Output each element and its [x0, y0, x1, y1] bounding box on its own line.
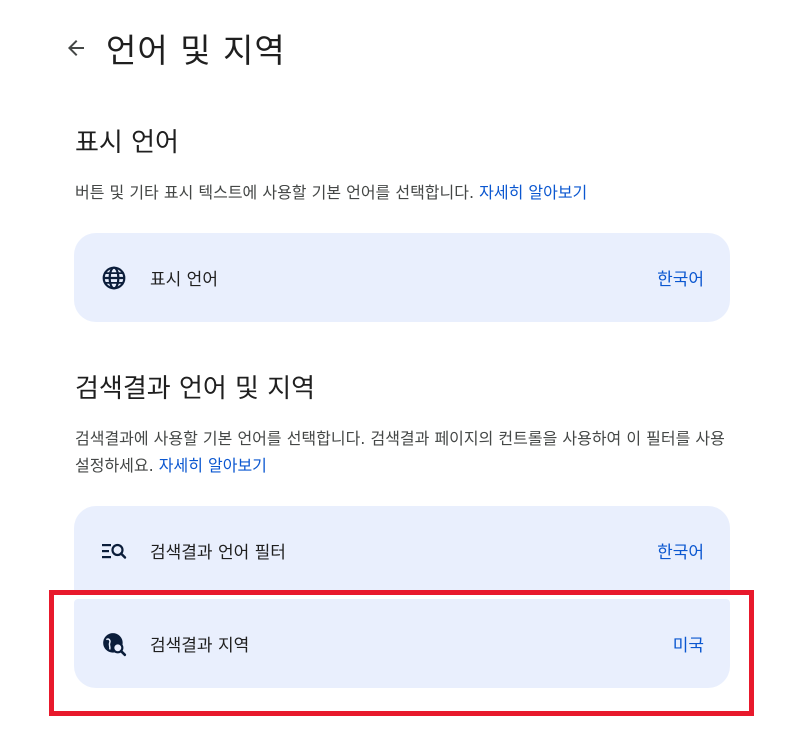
- display-language-learn-more-link[interactable]: 자세히 알아보기: [479, 183, 587, 202]
- page-title: 언어 및 지역: [106, 31, 286, 70]
- search-results-section-title: 검색결과 언어 및 지역: [75, 374, 316, 404]
- display-language-description-text: 버튼 및 기타 표시 텍스트에 사용할 기본 언어를 선택합니다.: [75, 183, 480, 202]
- display-language-description: 버튼 및 기타 표시 텍스트에 사용할 기본 언어를 선택합니다. 자세히 알아…: [75, 179, 735, 206]
- search-results-language-filter-row[interactable]: 검색결과 언어 필터 한국어: [74, 506, 730, 595]
- search-results-language-filter-label: 검색결과 언어 필터: [150, 543, 286, 563]
- search-results-description: 검색결과에 사용할 기본 언어를 선택합니다. 검색결과 페이지의 컨트롤을 사…: [75, 425, 735, 479]
- display-language-value: 한국어: [657, 270, 704, 290]
- search-results-learn-more-link[interactable]: 자세히 알아보기: [159, 456, 267, 475]
- display-language-row[interactable]: 표시 언어 한국어: [74, 233, 730, 322]
- globe-icon: [100, 264, 128, 292]
- search-results-language-filter-value: 한국어: [657, 543, 704, 563]
- arrow-back-icon: [68, 40, 84, 56]
- search-results-region-row[interactable]: 검색결과 지역 미국: [74, 599, 730, 688]
- language-filter-icon: [100, 537, 128, 565]
- back-button[interactable]: [62, 34, 90, 62]
- display-language-label: 표시 언어: [150, 270, 218, 290]
- search-results-region-label: 검색결과 지역: [150, 636, 250, 656]
- globe-search-icon: [100, 630, 128, 658]
- display-language-section-title: 표시 언어: [75, 128, 179, 158]
- page-header: 언어 및 지역: [62, 24, 286, 72]
- search-results-region-value: 미국: [672, 636, 704, 656]
